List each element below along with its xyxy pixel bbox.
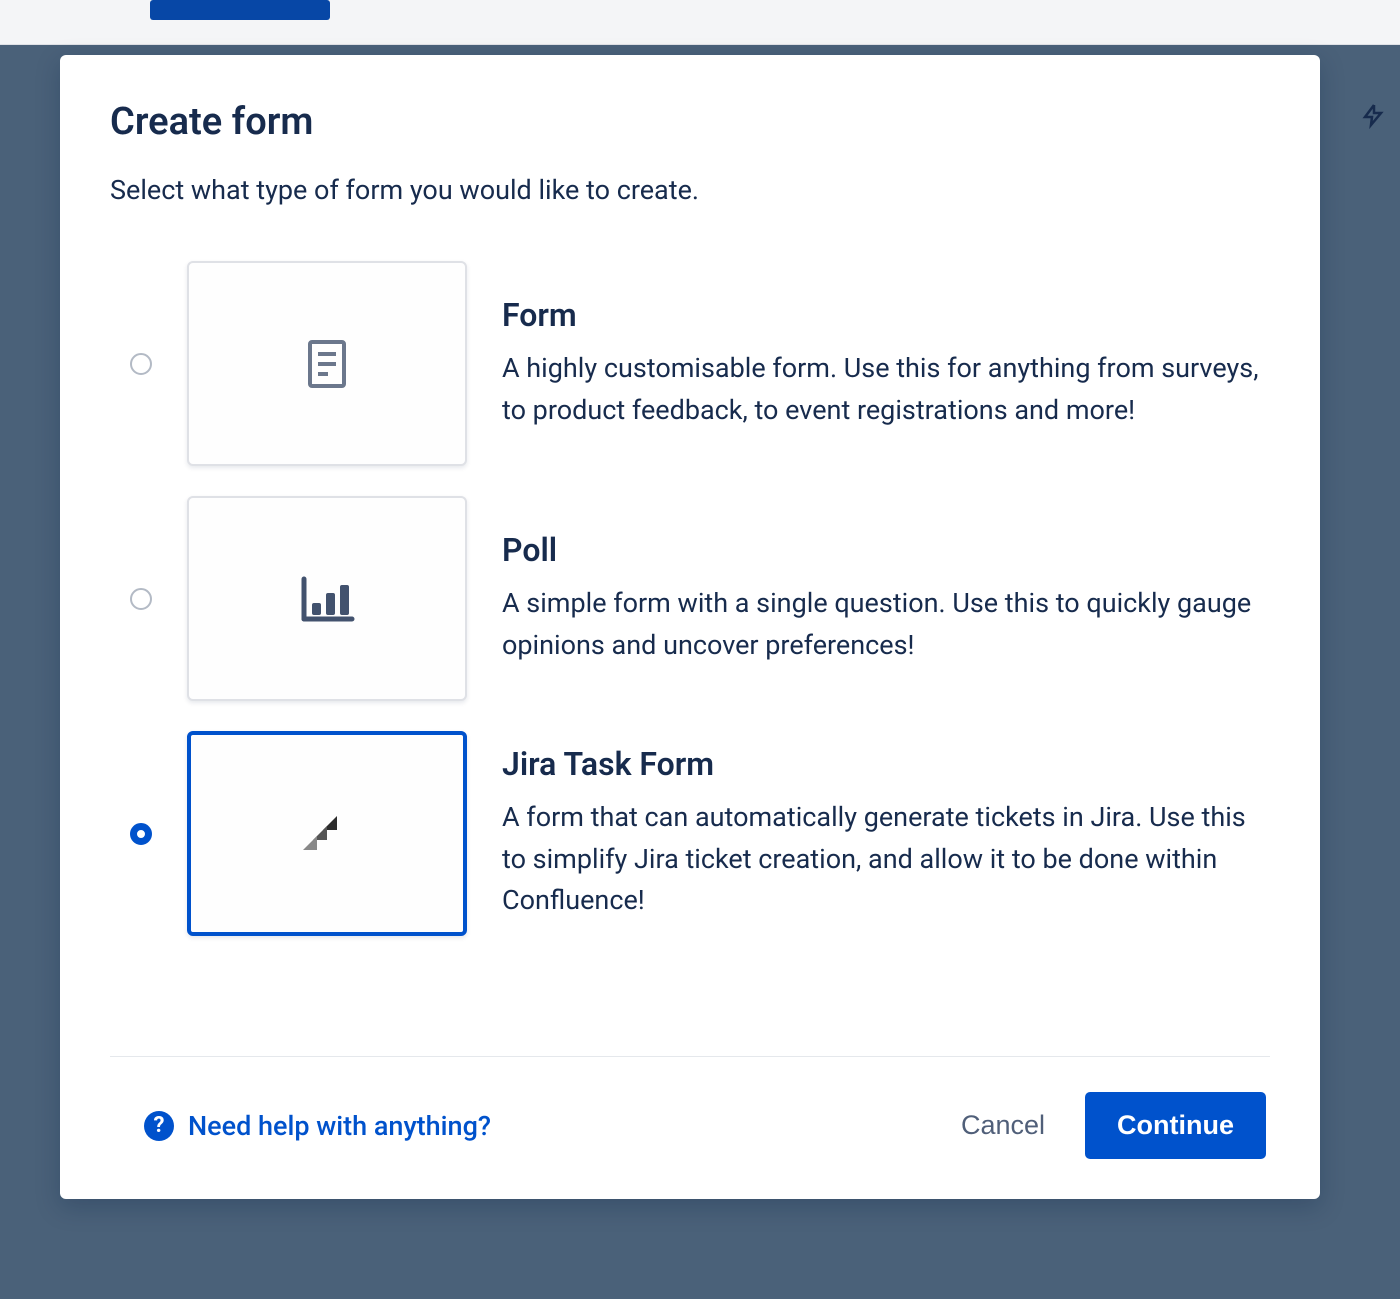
option-desc-poll: A simple form with a single question. Us… (502, 583, 1270, 667)
footer-divider (110, 1056, 1270, 1057)
option-text-jira: Jira Task Form A form that can automatic… (502, 745, 1270, 923)
background-nav-pill (150, 0, 330, 20)
option-form[interactable]: Form A highly customisable form. Use thi… (110, 261, 1270, 466)
bar-chart-icon (298, 575, 356, 623)
jira-icon (295, 802, 359, 866)
preview-card-poll[interactable] (187, 496, 467, 701)
continue-button[interactable]: Continue (1085, 1092, 1266, 1159)
option-desc-form: A highly customisable form. Use this for… (502, 348, 1270, 432)
create-form-modal: Create form Select what type of form you… (60, 55, 1320, 1199)
option-jira[interactable]: Jira Task Form A form that can automatic… (110, 731, 1270, 936)
preview-card-jira[interactable] (187, 731, 467, 936)
footer-actions: Cancel Continue (951, 1092, 1266, 1159)
help-icon: ? (144, 1111, 174, 1141)
cancel-button[interactable]: Cancel (951, 1098, 1055, 1153)
radio-form[interactable] (130, 353, 152, 375)
help-link-label: Need help with anything? (188, 1110, 491, 1142)
option-text-poll: Poll A simple form with a single questio… (502, 531, 1270, 667)
document-icon (306, 338, 348, 390)
option-title-poll: Poll (502, 531, 1270, 569)
preview-card-form[interactable] (187, 261, 467, 466)
form-type-options: Form A highly customisable form. Use thi… (110, 261, 1270, 936)
option-text-form: Form A highly customisable form. Use thi… (502, 296, 1270, 432)
modal-footer: ? Need help with anything? Cancel Contin… (110, 1092, 1270, 1159)
radio-poll[interactable] (130, 588, 152, 610)
option-title-form: Form (502, 296, 1270, 334)
modal-title: Create form (110, 100, 1270, 144)
option-poll[interactable]: Poll A simple form with a single questio… (110, 496, 1270, 701)
option-title-jira: Jira Task Form (502, 745, 1270, 783)
radio-jira[interactable] (130, 823, 152, 845)
lightning-icon (1361, 100, 1385, 137)
option-desc-jira: A form that can automatically generate t… (502, 797, 1270, 923)
help-link[interactable]: ? Need help with anything? (114, 1110, 491, 1142)
background-topbar (0, 0, 1400, 45)
modal-subtitle: Select what type of form you would like … (110, 174, 1270, 206)
